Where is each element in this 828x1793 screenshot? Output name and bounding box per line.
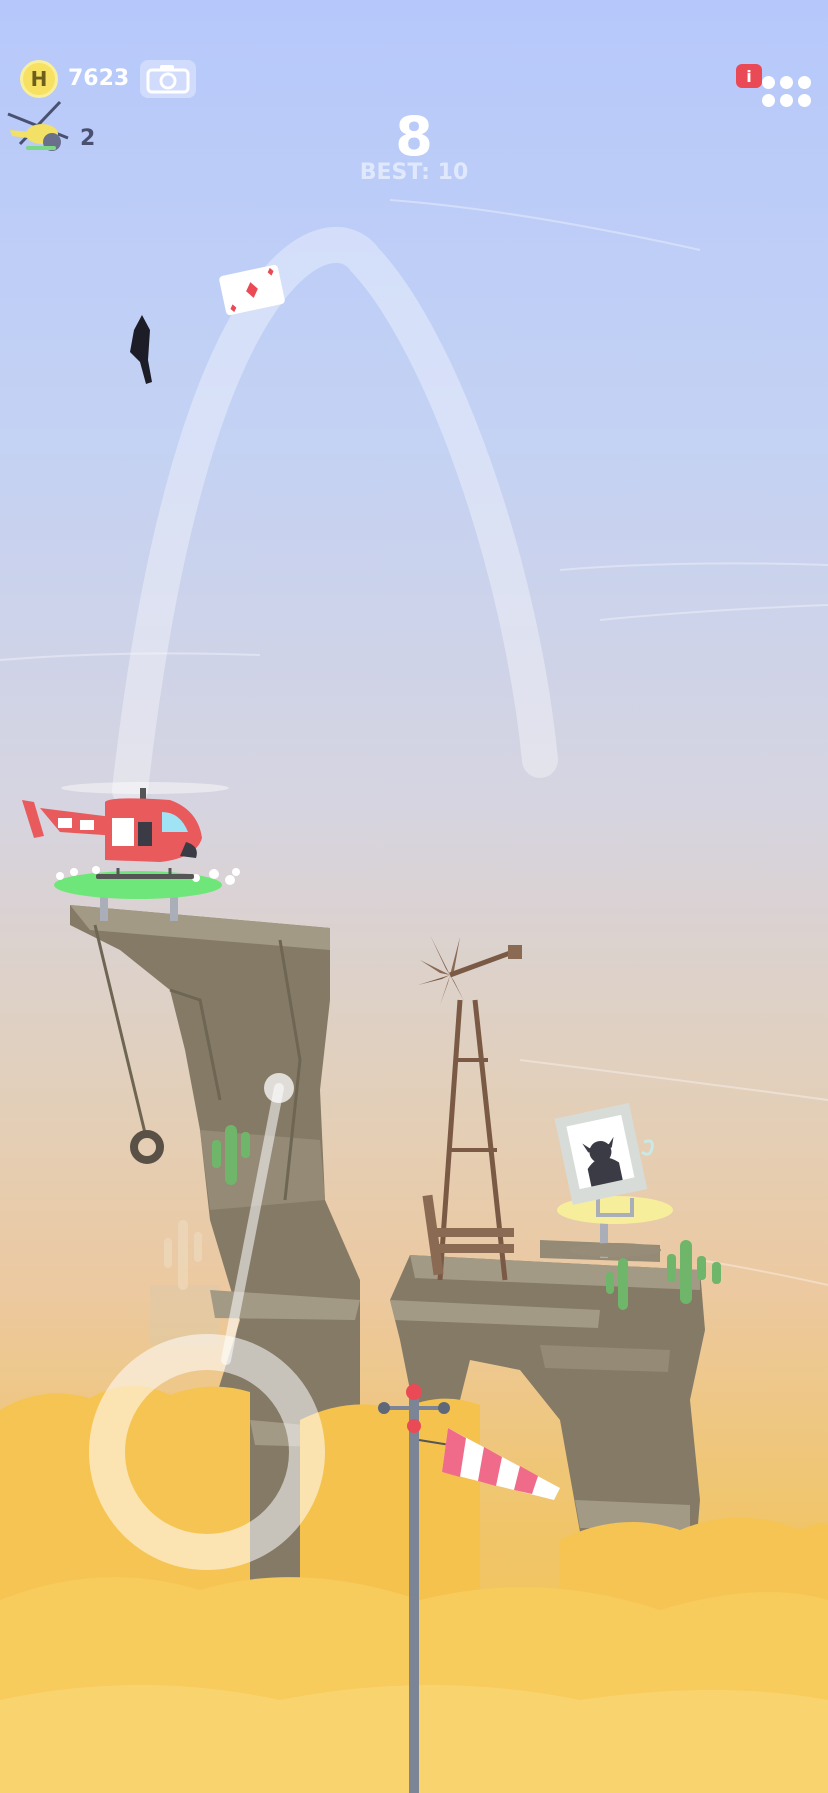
camera-icon[interactable] bbox=[140, 60, 196, 98]
best-score: BEST: 10 bbox=[359, 160, 469, 185]
wanted-poster bbox=[554, 1102, 648, 1205]
windmill bbox=[418, 935, 522, 1281]
swirl-icon bbox=[641, 1139, 654, 1156]
menu-dot bbox=[798, 94, 811, 107]
target-landing-pad bbox=[557, 1196, 673, 1258]
menu-dot bbox=[780, 94, 793, 107]
menu-dot bbox=[762, 94, 775, 107]
game-scene bbox=[0, 199, 828, 1793]
info-badge[interactable]: i bbox=[736, 64, 762, 88]
coin-icon: H bbox=[20, 60, 58, 98]
camera-glyph bbox=[146, 65, 190, 94]
menu-dot bbox=[762, 76, 775, 89]
mini-helicopter-icon bbox=[7, 100, 69, 151]
menu-dot bbox=[780, 76, 793, 89]
crow-icon bbox=[130, 315, 152, 384]
joystick-knob[interactable] bbox=[264, 1073, 294, 1103]
current-score: 8 bbox=[395, 105, 433, 168]
coin-count: 7623 bbox=[68, 66, 130, 91]
distant-rock bbox=[150, 1220, 220, 1345]
coin-letter: H bbox=[30, 67, 48, 91]
tire-swing[interactable] bbox=[130, 1130, 164, 1164]
dots-menu-icon[interactable] bbox=[762, 74, 822, 108]
helicopters-left-count: 2 bbox=[80, 126, 96, 151]
menu-dot bbox=[798, 76, 811, 89]
trajectory-arc bbox=[112, 226, 558, 808]
